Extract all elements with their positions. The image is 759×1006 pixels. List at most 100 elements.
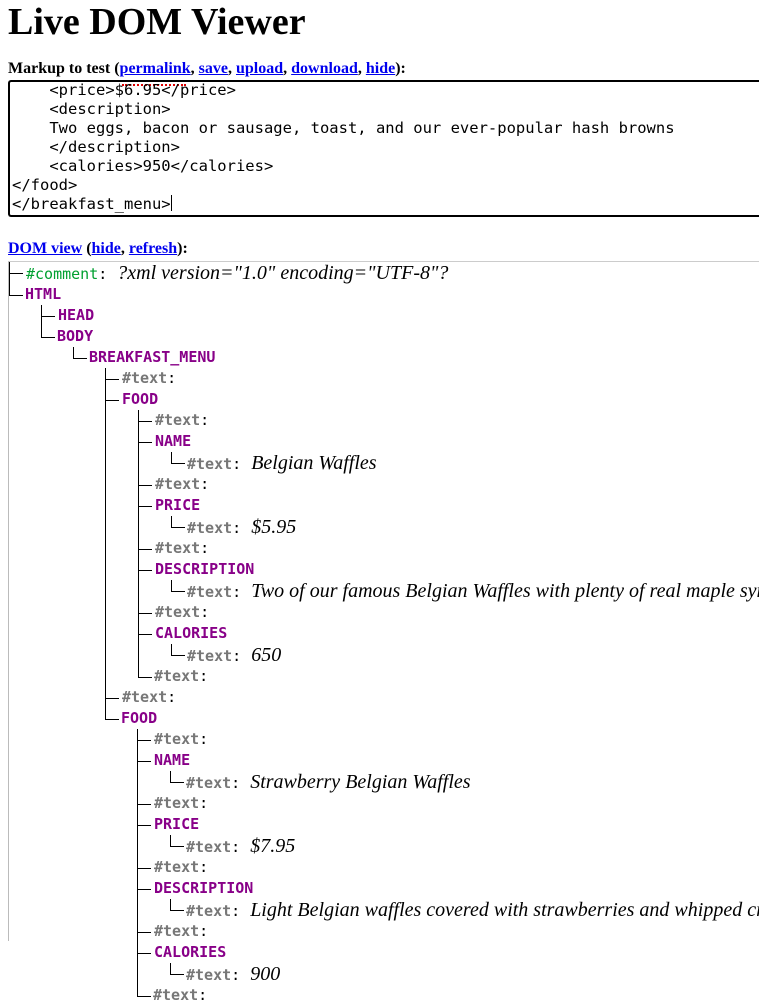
node-colon: : [231, 966, 241, 984]
dom-node-row: #text: [154, 857, 759, 878]
dom-node-row: #text: Belgian Waffles [187, 452, 759, 474]
markup-textarea[interactable]: <price>$6.95</price> <description> Two e… [8, 80, 759, 217]
dom-subtree: BREAKFAST_MENU #text: FOOD #text: NAME #text:… [57, 347, 759, 1006]
node-name: HEAD [58, 306, 95, 324]
refresh-link[interactable]: refresh [129, 240, 177, 257]
dom-text-node: #text: $7.95 [170, 835, 759, 857]
dom-element-node: CALORIES #text: 900 [137, 942, 759, 985]
markup-code: <price>$6.95</price> <description> Two e… [10, 81, 759, 214]
dom-text-node: #text: 650 [171, 644, 759, 666]
dom-view-link[interactable]: DOM view [8, 240, 82, 257]
node-name: PRICE [155, 496, 201, 514]
dom-element-node: DESCRIPTION #text: Two of our famous Belgi… [138, 559, 759, 602]
dom-node-row: FOOD [121, 708, 759, 729]
node-name: #text [155, 411, 201, 429]
dom-text-node: #text: [138, 474, 759, 495]
dom-element-node: NAME #text: Belgian Waffles [138, 431, 759, 474]
dom-tree-view: #comment: ?xml version="1.0" encoding="UT… [8, 261, 759, 1004]
code-line: Two eggs, bacon or sausage, toast, and o… [12, 119, 675, 137]
node-name: #text [122, 369, 168, 387]
node-value: ?xml version="1.0" encoding="UTF-8"? [117, 262, 449, 284]
node-colon: : [199, 730, 209, 748]
node-name: #text [186, 774, 232, 792]
dom-element-node: NAME #text: Strawberry Belgian Waffles [137, 750, 759, 793]
text-caret [170, 195, 172, 211]
node-name: FOOD [122, 390, 159, 408]
dom-subtree: #text: Two of our famous Belgian Waffles … [155, 580, 759, 602]
dom-node-row: #text: $7.95 [186, 835, 759, 857]
markup-heading: Markup to test (permalink, save, upload,… [8, 60, 406, 77]
markup-heading-label: Markup to test [8, 60, 111, 77]
page-title: Live DOM Viewer [8, 1, 306, 43]
node-name: #text [155, 539, 201, 557]
dom-node-row: DESCRIPTION [154, 878, 759, 899]
dom-subtree: #text: Light Belgian waffles covered with… [154, 899, 759, 921]
dom-text-node: #text: [105, 368, 759, 389]
node-value: 900 [250, 963, 281, 985]
node-colon: : [232, 455, 242, 473]
node-name: #text [186, 838, 232, 856]
dom-node-row: #text: [154, 666, 759, 687]
dom-node-row: #text: 650 [187, 644, 759, 666]
code-line: </food> [12, 176, 78, 194]
dom-subtree: #text: Belgian Waffles [155, 452, 759, 474]
node-name: #text [122, 688, 168, 706]
dom-node-row: FOOD [122, 389, 759, 410]
dom-node-row: #text: [122, 368, 759, 389]
save-link[interactable]: save [199, 60, 228, 77]
dom-view-heading: DOM view (hide, refresh): [8, 240, 188, 257]
dom-text-node: #text: [138, 602, 759, 623]
upload-link[interactable]: upload [236, 60, 283, 77]
dom-element-node: FOOD #text: NAME #text: Belgian Waffles #text… [105, 389, 759, 687]
dom-text-node: #text: [137, 793, 759, 814]
node-colon: : [167, 688, 177, 706]
node-value: Light Belgian waffles covered with straw… [250, 899, 759, 921]
dom-subtree: #text: 650 [155, 644, 759, 666]
dom-node-row: BODY [57, 326, 759, 347]
node-value: $7.95 [250, 835, 296, 857]
node-name: NAME [155, 432, 192, 450]
node-colon: : [231, 838, 241, 856]
node-name: #text [155, 603, 201, 621]
dom-node-row: PRICE [155, 495, 759, 516]
node-name: CALORIES [155, 624, 228, 642]
node-value: $5.95 [251, 516, 297, 538]
code-line: <price>$6.95</price> [12, 81, 236, 99]
dom-text-node: #text: Light Belgian waffles covered with… [170, 899, 759, 921]
dom-node-row: #text: Two of our famous Belgian Waffles … [187, 580, 759, 602]
dom-text-node: #text: 900 [170, 963, 759, 985]
dom-subtree: #text: FOOD #text: NAME #text: Belgian Waffle… [89, 368, 759, 1006]
node-colon: : [232, 647, 242, 665]
node-colon: : [200, 411, 210, 429]
dom-comment-node: #comment: ?xml version="1.0" encoding="UT… [9, 262, 759, 284]
node-colon: : [199, 667, 209, 685]
node-name: #text [187, 455, 233, 473]
node-name: #text [155, 475, 201, 493]
hide-dom-link[interactable]: hide [92, 240, 121, 257]
dom-text-node: #text: $5.95 [171, 516, 759, 538]
node-name: #text [186, 902, 232, 920]
dom-node-row: #text: $5.95 [187, 516, 759, 538]
dom-text-node: #text: [138, 410, 759, 431]
download-link[interactable]: download [291, 60, 358, 77]
dom-node-row: PRICE [154, 814, 759, 835]
dom-node-row: HEAD [58, 305, 759, 326]
dom-text-node: #text: [137, 729, 759, 750]
node-name: BODY [57, 327, 94, 345]
node-colon: : [232, 519, 242, 537]
permalink-link[interactable]: permalink [120, 60, 191, 77]
node-value: Strawberry Belgian Waffles [250, 771, 471, 793]
dom-node-row: #text: 900 [186, 963, 759, 985]
node-name: HTML [25, 285, 62, 303]
node-colon: : [167, 369, 177, 387]
node-name: #text [154, 922, 200, 940]
node-colon: : [231, 774, 241, 792]
dom-subtree: #text: $5.95 [155, 516, 759, 538]
dom-subtree: #text: Strawberry Belgian Waffles [154, 771, 759, 793]
dom-node-row: CALORIES [155, 623, 759, 644]
dom-text-node: #text: [138, 538, 759, 559]
dom-node-row: #text: [155, 602, 759, 623]
hide-markup-link[interactable]: hide [366, 60, 395, 77]
dom-node-row: #text: [155, 474, 759, 495]
dom-element-node: HEAD [41, 305, 759, 326]
